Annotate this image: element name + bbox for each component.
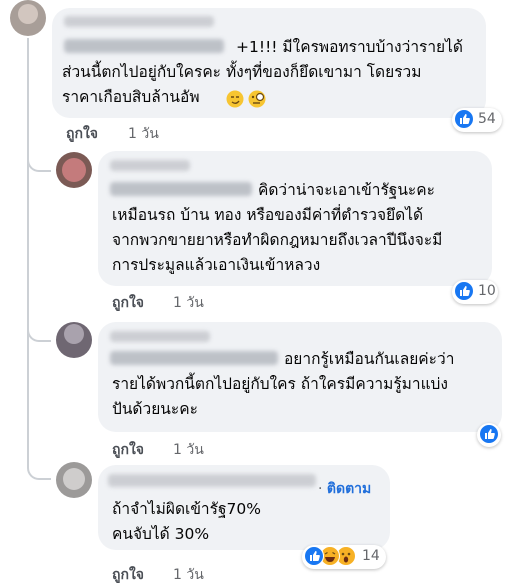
like-icon (454, 281, 474, 301)
like-button[interactable]: ถูกใจ (66, 123, 98, 145)
comment-timestamp[interactable]: 1 วัน (173, 292, 204, 314)
like-icon (479, 424, 499, 444)
comment-text: คิดว่าน่าจะเอาเข้ารัฐนะคะ เหมือนรถ บ้าน … (112, 181, 443, 274)
comment-text: อยากรู้เหมือนกันเลยค่ะว่า รายได้พวกนี้ตก… (112, 350, 455, 418)
smirk-emoji (226, 90, 244, 108)
comment-text: ถ้าจำไม่ผิดเข้ารัฐ70% คนจับได้ 30% (112, 500, 261, 543)
monocle-emoji (248, 90, 266, 108)
like-button[interactable]: ถูกใจ (112, 439, 144, 461)
reaction-summary[interactable]: 10 (452, 280, 498, 304)
comment-text: +1!!! มีใครพอทราบบ้างว่ารายได้ ส่วนนี้ตก… (62, 38, 463, 106)
reaction-summary[interactable]: 54 (452, 108, 502, 132)
separator-dot: · (318, 481, 323, 497)
blurred-author-name[interactable] (110, 160, 190, 171)
comment-timestamp[interactable]: 1 วัน (128, 123, 159, 145)
reaction-summary[interactable] (477, 423, 501, 447)
avatar[interactable] (56, 462, 92, 498)
reply-connector (27, 456, 51, 480)
comment-timestamp[interactable]: 1 วัน (173, 439, 204, 461)
thread-line (27, 38, 29, 456)
reaction-count: 14 (362, 548, 380, 564)
avatar[interactable] (10, 0, 46, 36)
like-icon (454, 109, 474, 129)
reply-connector (27, 148, 51, 172)
comment-timestamp[interactable]: 1 วัน (173, 564, 204, 586)
follow-button[interactable]: ติดตาม (327, 481, 371, 497)
like-icon (304, 546, 324, 566)
blurred-author-name[interactable] (64, 16, 214, 27)
blurred-author-name[interactable] (110, 331, 210, 342)
blurred-author-name[interactable] (108, 474, 316, 487)
reply-connector (27, 318, 51, 342)
avatar[interactable] (56, 152, 92, 188)
comment-inline-emojis (226, 89, 270, 109)
reaction-count: 54 (478, 111, 496, 127)
reaction-summary[interactable]: 14 (302, 545, 386, 569)
like-button[interactable]: ถูกใจ (112, 564, 144, 586)
avatar[interactable] (56, 322, 92, 358)
reaction-count: 10 (478, 283, 496, 299)
like-button[interactable]: ถูกใจ (112, 292, 144, 314)
